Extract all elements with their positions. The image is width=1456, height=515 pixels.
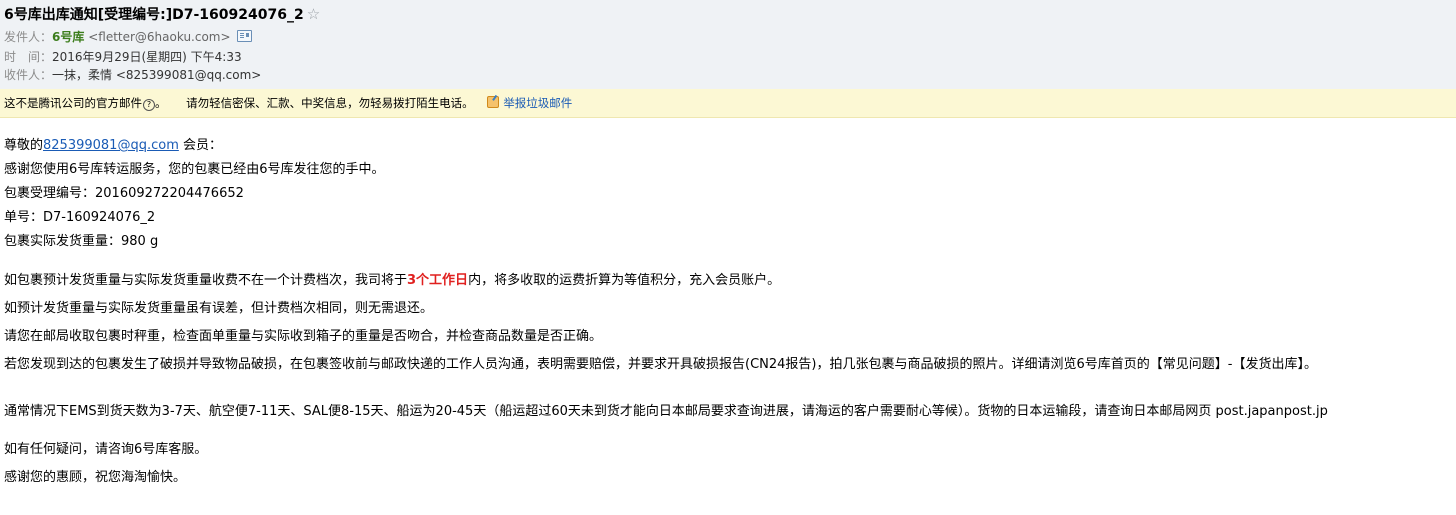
mail-header: 6号库出库通知[受理编号:]D7-160924076_2 ☆ 发件人：6号库 <f… [0, 0, 1456, 90]
order-number: 单号：D7-160924076_2 [4, 210, 156, 225]
not-official-text: 这不是腾讯公司的官方邮件 [4, 96, 142, 110]
warning-tip: 请勿轻信密保、汇款、中奖信息，勿轻易拨打陌生电话。 [186, 96, 474, 110]
sender-name[interactable]: 6号库 [52, 30, 84, 44]
thanks-line: 感谢您使用6号库转运服务，您的包裹已经由6号库发往您的手中。 [4, 162, 385, 177]
sender-address[interactable]: <fletter@6haoku.com> [88, 30, 230, 44]
time-row: 时 间：2016年9月29日(星期四) 下午4:33 [4, 48, 242, 66]
actual-weight: 包裹实际发货重量：980 g [4, 234, 159, 249]
report-spam-link[interactable]: 举报垃圾邮件 [503, 96, 572, 110]
business-days-highlight: 3个工作日 [407, 273, 469, 288]
closing-line: 感谢您的惠顾，祝您海淘愉快。 [4, 470, 187, 485]
refund-text-before: 如包裹预计发货重量与实际发货重量收费不在一个计费档次，我司将于 [4, 273, 408, 288]
accept-number: 包裹受理编号：201609272204476652 [4, 186, 244, 201]
member-email-link[interactable]: 825399081@qq.com [43, 138, 179, 153]
no-refund-paragraph: 如预计发货重量与实际发货重量虽有误差，但计费档次相同，则无需退还。 [4, 301, 434, 316]
security-warning-bar: 这不是腾讯公司的官方邮件?。 请勿轻信密保、汇款、中奖信息，勿轻易拨打陌生电话。… [0, 89, 1456, 118]
from-row: 发件人：6号库 <fletter@6haoku.com> [4, 28, 252, 46]
from-label: 发件人： [4, 30, 53, 44]
delivery-time-paragraph: 通常情况下EMS到货天数为3-7天、航空便7-11天、SAL便8-15天、船运为… [4, 404, 1328, 419]
damage-paragraph: 若您发现到达的包裹发生了破损并导致物品破损，在包裹签收前与邮政快递的工作人员沟通… [4, 357, 1317, 372]
contact-card-icon[interactable] [236, 30, 252, 42]
greeting-suffix: 会员： [178, 138, 222, 153]
weigh-check-paragraph: 请您在邮局收取包裹时秤重，检查面单重量与实际收到箱子的重量是否吻合，并检查商品数… [4, 329, 603, 344]
greeting-prefix: 尊敬的 [4, 138, 44, 153]
refund-paragraph: 如包裹预计发货重量与实际发货重量收费不在一个计费档次，我司将于3个工作日内，将多… [4, 271, 780, 291]
star-icon[interactable]: ☆ [307, 5, 320, 23]
contact-support-line: 如有任何疑问，请咨询6号库客服。 [4, 442, 208, 457]
subject-text: 6号库出库通知[受理编号:]D7-160924076_2 [4, 7, 304, 23]
time-value: 2016年9月29日(星期四) 下午4:33 [52, 50, 242, 64]
to-label: 收件人： [4, 68, 53, 82]
question-icon[interactable]: ? [143, 99, 155, 111]
report-icon[interactable] [487, 96, 500, 108]
recipient[interactable]: 一抹，柔情 <825399081@qq.com> [52, 68, 261, 82]
to-row: 收件人：一抹，柔情 <825399081@qq.com> [4, 66, 261, 84]
time-label: 时 间： [4, 50, 53, 64]
greeting: 尊敬的825399081@qq.com 会员： [4, 136, 222, 156]
mail-subject: 6号库出库通知[受理编号:]D7-160924076_2 ☆ [4, 4, 320, 24]
refund-text-after: 内，将多收取的运费折算为等值积分，充入会员账户。 [468, 273, 781, 288]
